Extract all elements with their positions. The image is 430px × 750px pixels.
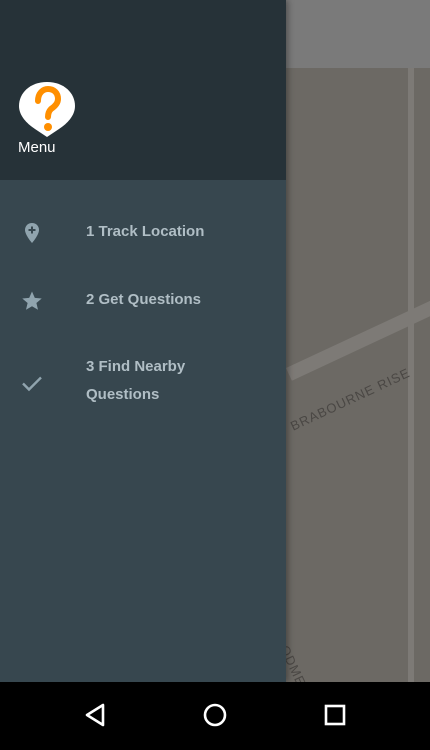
street-label: BRABOURNE RISE — [288, 364, 413, 434]
home-icon[interactable] — [199, 699, 231, 731]
drawer-header: Menu — [0, 0, 286, 180]
nav-item-label: 3 Find Nearby Questions — [86, 358, 186, 403]
map-view[interactable]: BRABOURNE RISE OODME — [286, 68, 430, 682]
system-navigation-bar — [0, 682, 430, 750]
street-label: OODME — [286, 633, 309, 682]
add-location-icon — [25, 223, 39, 243]
back-icon[interactable] — [80, 699, 112, 731]
nav-item-label: 2 Get Questions — [86, 291, 202, 308]
nav-item-get-questions[interactable]: 2 Get Questions — [0, 286, 286, 316]
nav-item-label: 1 Track Location — [86, 223, 205, 240]
question-mark-marker-icon — [19, 82, 75, 137]
nav-item-find-nearby-questions[interactable]: 3 Find Nearby Questions — [0, 353, 286, 413]
check-icon — [22, 376, 42, 392]
recents-icon[interactable] — [319, 699, 351, 731]
screen: BRABOURNE RISE OODME Menu 1 Track Locati… — [0, 0, 430, 750]
navigation-drawer: Menu 1 Track Location 2 Get Questions 3 … — [0, 0, 286, 682]
drawer-title: Menu — [18, 139, 56, 156]
nav-item-track-location[interactable]: 1 Track Location — [0, 218, 286, 248]
star-icon — [22, 291, 42, 310]
